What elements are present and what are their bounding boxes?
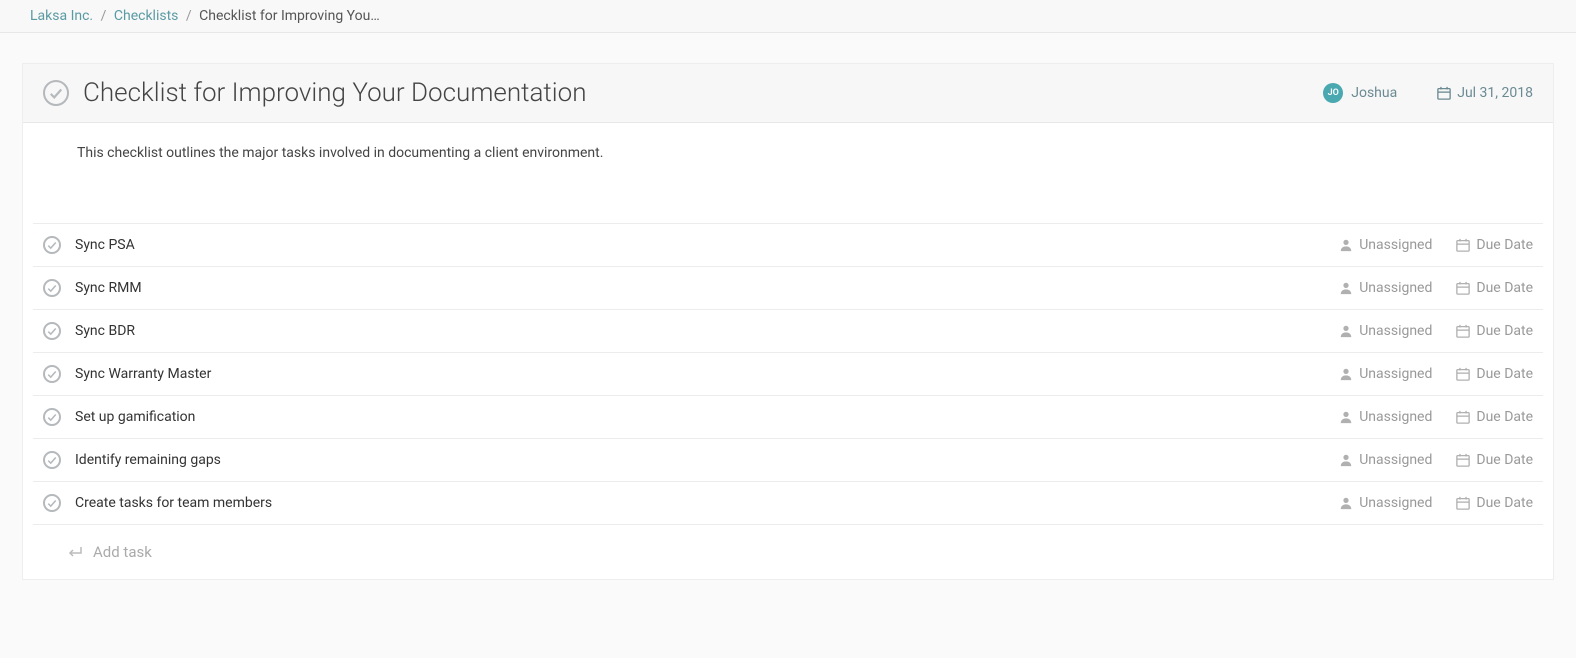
task-complete-toggle[interactable] — [43, 279, 61, 297]
task-title: Sync RMM — [75, 280, 1339, 296]
task-due-date[interactable]: Due Date — [1456, 495, 1533, 511]
due-date-chip[interactable]: Jul 31, 2018 — [1437, 85, 1533, 101]
owner-chip[interactable]: JO Joshua — [1323, 83, 1397, 103]
check-icon — [47, 455, 57, 465]
calendar-icon — [1456, 367, 1470, 381]
task-title: Create tasks for team members — [75, 495, 1339, 511]
task-row[interactable]: Sync BDR Unassigned Due Date — [33, 309, 1543, 352]
enter-icon — [67, 546, 83, 558]
breadcrumb-org-link[interactable]: Laksa Inc. — [30, 8, 93, 24]
due-date-value: Jul 31, 2018 — [1457, 85, 1533, 101]
task-assignee[interactable]: Unassigned — [1339, 409, 1432, 425]
user-icon — [1339, 410, 1353, 424]
task-assignee-label: Unassigned — [1359, 366, 1432, 382]
check-icon — [49, 86, 63, 100]
task-title: Identify remaining gaps — [75, 452, 1339, 468]
task-due-label: Due Date — [1476, 237, 1533, 253]
task-due-date[interactable]: Due Date — [1456, 366, 1533, 382]
calendar-icon — [1456, 281, 1470, 295]
check-icon — [47, 283, 57, 293]
breadcrumb-separator: / — [186, 8, 192, 24]
breadcrumb: Laksa Inc. / Checklists / Checklist for … — [0, 0, 1576, 33]
calendar-icon — [1456, 410, 1470, 424]
task-assignee[interactable]: Unassigned — [1339, 452, 1432, 468]
task-assignee-label: Unassigned — [1359, 323, 1432, 339]
main-panel: Checklist for Improving Your Documentati… — [22, 63, 1554, 580]
task-assignee[interactable]: Unassigned — [1339, 237, 1432, 253]
task-assignee[interactable]: Unassigned — [1339, 366, 1432, 382]
checklist-header: Checklist for Improving Your Documentati… — [23, 64, 1553, 123]
calendar-icon — [1456, 324, 1470, 338]
check-icon — [47, 240, 57, 250]
task-due-date[interactable]: Due Date — [1456, 237, 1533, 253]
task-title: Set up gamification — [75, 409, 1339, 425]
task-due-label: Due Date — [1476, 452, 1533, 468]
check-icon — [47, 498, 57, 508]
calendar-icon — [1437, 86, 1451, 100]
task-row[interactable]: Set up gamification Unassigned Due Date — [33, 395, 1543, 438]
task-complete-toggle[interactable] — [43, 451, 61, 469]
checklist-complete-toggle[interactable] — [43, 80, 69, 106]
task-due-label: Due Date — [1476, 366, 1533, 382]
task-due-date[interactable]: Due Date — [1456, 452, 1533, 468]
task-complete-toggle[interactable] — [43, 408, 61, 426]
calendar-icon — [1456, 453, 1470, 467]
task-assignee[interactable]: Unassigned — [1339, 495, 1432, 511]
task-assignee-label: Unassigned — [1359, 409, 1432, 425]
task-row[interactable]: Sync RMM Unassigned Due Date — [33, 266, 1543, 309]
check-icon — [47, 326, 57, 336]
user-icon — [1339, 324, 1353, 338]
breadcrumb-separator: / — [101, 8, 107, 24]
add-task-placeholder: Add task — [93, 543, 152, 561]
check-icon — [47, 369, 57, 379]
task-row[interactable]: Sync PSA Unassigned Due Date — [33, 223, 1543, 266]
task-title: Sync BDR — [75, 323, 1339, 339]
task-complete-toggle[interactable] — [43, 494, 61, 512]
task-due-label: Due Date — [1476, 495, 1533, 511]
check-icon — [47, 412, 57, 422]
task-due-date[interactable]: Due Date — [1456, 409, 1533, 425]
user-icon — [1339, 367, 1353, 381]
user-icon — [1339, 281, 1353, 295]
task-due-date[interactable]: Due Date — [1456, 280, 1533, 296]
header-meta: JO Joshua Jul 31, 2018 — [1323, 83, 1533, 103]
task-due-date[interactable]: Due Date — [1456, 323, 1533, 339]
task-title: Sync Warranty Master — [75, 366, 1339, 382]
add-task-input[interactable]: Add task — [23, 525, 1553, 579]
user-icon — [1339, 453, 1353, 467]
task-assignee[interactable]: Unassigned — [1339, 323, 1432, 339]
task-due-label: Due Date — [1476, 409, 1533, 425]
avatar: JO — [1323, 83, 1343, 103]
task-complete-toggle[interactable] — [43, 322, 61, 340]
breadcrumb-section-link[interactable]: Checklists — [114, 8, 179, 24]
task-due-label: Due Date — [1476, 280, 1533, 296]
task-due-label: Due Date — [1476, 323, 1533, 339]
task-title: Sync PSA — [75, 237, 1339, 253]
task-assignee-label: Unassigned — [1359, 452, 1432, 468]
task-row[interactable]: Sync Warranty Master Unassigned Due Date — [33, 352, 1543, 395]
task-row[interactable]: Create tasks for team members Unassigned… — [33, 481, 1543, 525]
checklist-description: This checklist outlines the major tasks … — [23, 123, 1553, 183]
task-assignee-label: Unassigned — [1359, 280, 1432, 296]
calendar-icon — [1456, 496, 1470, 510]
calendar-icon — [1456, 238, 1470, 252]
task-assignee[interactable]: Unassigned — [1339, 280, 1432, 296]
owner-name: Joshua — [1351, 85, 1397, 101]
task-complete-toggle[interactable] — [43, 236, 61, 254]
task-list: Sync PSA Unassigned Due Date — [23, 183, 1553, 525]
task-complete-toggle[interactable] — [43, 365, 61, 383]
task-row[interactable]: Identify remaining gaps Unassigned Due D… — [33, 438, 1543, 481]
user-icon — [1339, 496, 1353, 510]
page-title: Checklist for Improving Your Documentati… — [83, 78, 1323, 108]
task-assignee-label: Unassigned — [1359, 495, 1432, 511]
breadcrumb-current: Checklist for Improving You… — [199, 8, 380, 24]
user-icon — [1339, 238, 1353, 252]
task-assignee-label: Unassigned — [1359, 237, 1432, 253]
